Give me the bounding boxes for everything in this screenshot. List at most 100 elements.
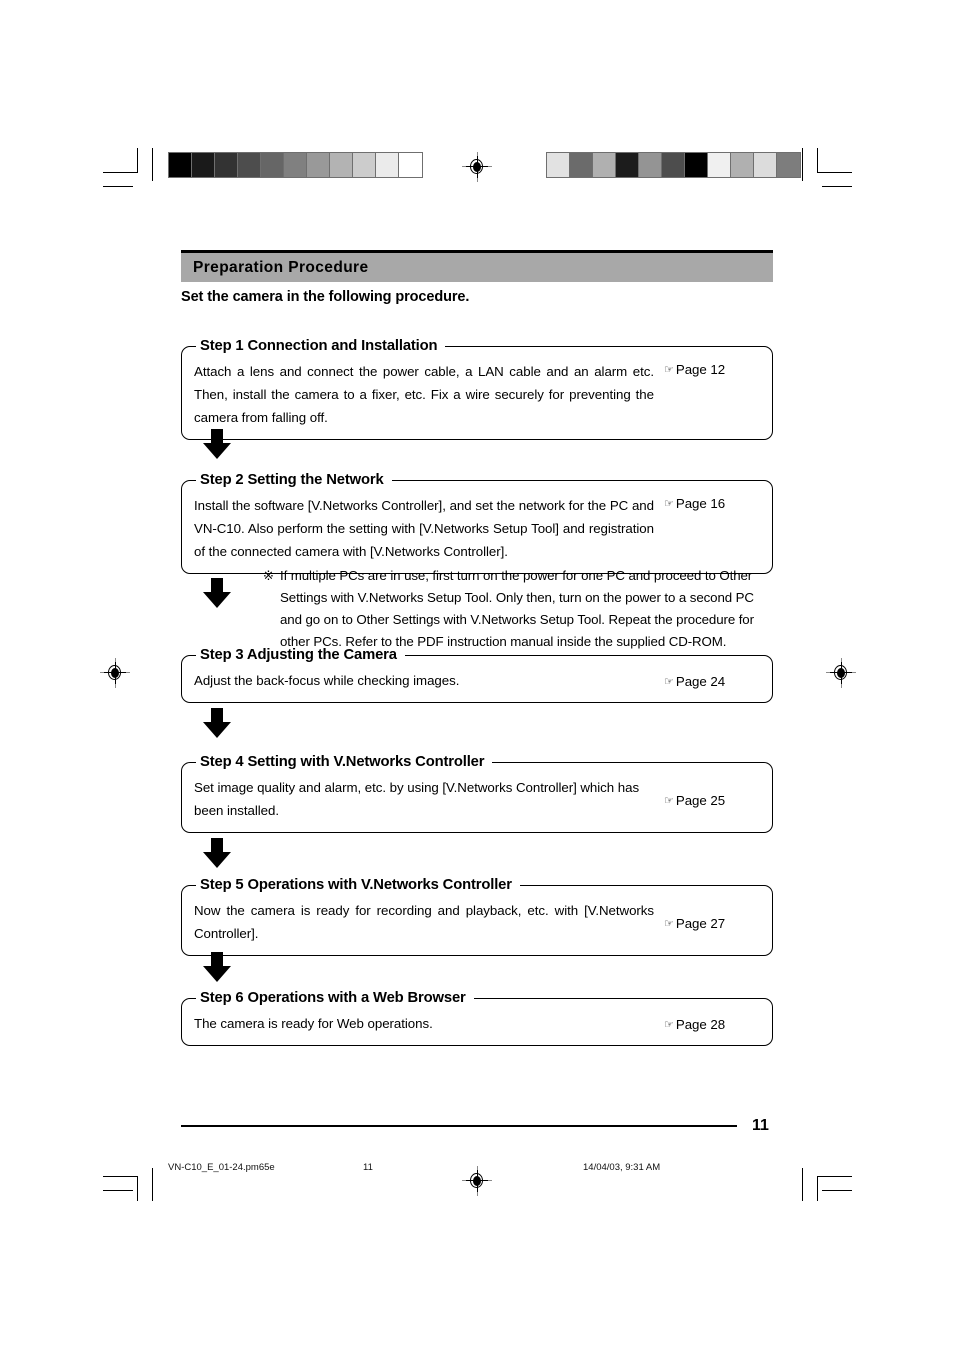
registration-dot: [836, 667, 845, 678]
page-number: 11: [752, 1117, 769, 1134]
scrambled-gray-patch-bar-swatch: [639, 153, 662, 177]
scrambled-gray-patch-bar-swatch: [754, 153, 777, 177]
trim-mark-bottom-left: [103, 1190, 133, 1191]
colophon-page-number: 11: [363, 1162, 373, 1173]
step-content: Install the software [V.Networks Control…: [194, 494, 760, 563]
step-content: Attach a lens and connect the power cabl…: [194, 360, 760, 429]
colophon-file-name: VN-C10_E_01-24.pm65e: [168, 1162, 275, 1173]
step-reference-label-1: Page 12: [675, 362, 726, 377]
registration-target-bottom: [462, 1166, 492, 1196]
bleed-mark-bottom-left: [152, 1168, 153, 1201]
step-box-5: Step 5 Operations with V.Networks Contro…: [181, 877, 773, 956]
step-body-2: Install the software [V.Networks Control…: [194, 498, 654, 559]
scrambled-gray-patch-bar-swatch: [777, 153, 800, 177]
crop-mark-bottom-right-horizontal: [817, 1176, 852, 1177]
step-frame: Step 1 Connection and Installation Attac…: [181, 338, 773, 440]
step-box-4: Step 4 Setting with V.Networks Controlle…: [181, 754, 773, 833]
pointing-hand-icon: ☞: [664, 364, 674, 376]
step-title-3: Step 3 Adjusting the Camera: [200, 647, 397, 663]
crop-mark-top-right-vertical: [817, 148, 818, 173]
step-reference-label-5: Page 27: [675, 915, 726, 931]
flow-arrow-4: [203, 838, 231, 868]
flow-arrow-3: [203, 708, 231, 738]
crop-mark-bottom-left-vertical: [137, 1176, 138, 1201]
grayscale-step-wedge-swatch: [307, 153, 330, 177]
flow-arrow-1: [203, 429, 231, 459]
crop-mark-bottom-right-vertical: [817, 1176, 818, 1201]
grayscale-calibration-bar-left: [168, 152, 423, 178]
step-reference-label-3: Page 24: [675, 674, 726, 689]
note-block: ※ If multiple PCs are in use, first turn…: [263, 565, 775, 653]
reference-mark-icon: ※: [263, 568, 274, 583]
scrambled-gray-patch-bar-swatch: [547, 153, 570, 177]
grayscale-step-wedge-swatch: [215, 153, 238, 177]
step-reference-label-2: Page 16: [675, 496, 726, 511]
step-reference-2[interactable]: ☞ Page 16: [664, 494, 760, 511]
step-box-6: Step 6 Operations with a Web Browser The…: [181, 990, 773, 1046]
step-content: Set image quality and alarm, etc. by usi…: [194, 776, 760, 822]
step-reference-6[interactable]: ☞ Page 28: [664, 1015, 760, 1032]
step-box-2: Step 2 Setting the Network Install the s…: [181, 472, 773, 574]
step-reference-label-6: Page 28: [675, 1017, 726, 1032]
scrambled-gray-patch-bar-swatch: [685, 153, 708, 177]
arrow-head: [203, 592, 231, 608]
pointing-hand-icon: ☞: [664, 794, 674, 807]
step-content: The camera is ready for Web operations. …: [194, 1012, 760, 1035]
step-body-5: Now the camera is ready for recording an…: [194, 903, 654, 941]
registration-dot: [472, 161, 481, 172]
registration-dot: [472, 1175, 481, 1186]
trim-mark-top-left: [103, 186, 133, 187]
page-title: Preparation Procedure: [193, 258, 369, 276]
trim-mark-bottom-right: [822, 1190, 852, 1191]
grayscale-step-wedge-swatch: [238, 153, 261, 177]
step-body-1: Attach a lens and connect the power cabl…: [194, 364, 654, 425]
registration-target-left: [100, 658, 130, 688]
bleed-mark-top-right: [802, 148, 803, 181]
step-box-3: Step 3 Adjusting the Camera Adjust the b…: [181, 647, 773, 703]
grayscale-step-wedge-swatch: [353, 153, 376, 177]
grayscale-step-wedge-swatch: [376, 153, 399, 177]
scrambled-gray-patch-bar-swatch: [708, 153, 731, 177]
grayscale-step-wedge-swatch: [192, 153, 215, 177]
pointing-hand-icon: ☞: [664, 917, 674, 930]
arrow-head: [203, 722, 231, 738]
grayscale-step-wedge-swatch: [399, 153, 422, 177]
step-content: Adjust the back-focus while checking ima…: [194, 669, 760, 692]
step-title-4: Step 4 Setting with V.Networks Controlle…: [200, 754, 485, 770]
step-reference-1[interactable]: ☞ Page 12: [664, 360, 760, 377]
step-content: Now the camera is ready for recording an…: [194, 899, 760, 945]
registration-target-top: [462, 152, 492, 182]
step-body-3: Adjust the back-focus while checking ima…: [194, 673, 460, 688]
step-reference-3[interactable]: ☞ Page 24: [664, 672, 760, 689]
pointing-hand-icon: ☞: [664, 676, 674, 688]
flow-arrow-5: [203, 952, 231, 982]
step-frame: Step 4 Setting with V.Networks Controlle…: [181, 754, 773, 833]
scrambled-gray-patch-bar-swatch: [593, 153, 616, 177]
scrambled-gray-patch-bar-swatch: [662, 153, 685, 177]
step-reference-4[interactable]: ☞ Page 25: [664, 791, 760, 808]
section-header-band: Preparation Procedure: [181, 253, 773, 282]
scrambled-gray-patch-bar-swatch: [731, 153, 754, 177]
step-frame: Step 5 Operations with V.Networks Contro…: [181, 877, 773, 956]
arrow-head: [203, 852, 231, 868]
crop-mark-bottom-left-horizontal: [103, 1176, 138, 1177]
registration-target-right: [826, 658, 856, 688]
crop-mark-top-left-vertical: [137, 148, 138, 173]
step-body-4: Set image quality and alarm, etc. by usi…: [194, 780, 640, 818]
step-reference-5[interactable]: ☞ Page 27: [664, 914, 760, 931]
grayscale-step-wedge-swatch: [169, 153, 192, 177]
scrambled-gray-patch-bar-swatch: [616, 153, 639, 177]
step-box-1: Step 1 Connection and Installation Attac…: [181, 338, 773, 440]
scrambled-gray-patch-bar-swatch: [570, 153, 593, 177]
flow-arrow-2: [203, 578, 231, 608]
step-frame: Step 3 Adjusting the Camera Adjust the b…: [181, 647, 773, 703]
step-reference-label-4: Page 25: [675, 792, 726, 808]
crop-mark-top-left-horizontal: [103, 172, 138, 173]
registration-dot: [110, 667, 119, 678]
step-title-6: Step 6 Operations with a Web Browser: [200, 990, 466, 1006]
grayscale-step-wedge-swatch: [284, 153, 307, 177]
trim-mark-top-right: [822, 186, 852, 187]
step-body-6: The camera is ready for Web operations.: [194, 1016, 433, 1031]
step-title-5: Step 5 Operations with V.Networks Contro…: [200, 877, 512, 893]
step-title-2: Step 2 Setting the Network: [200, 472, 384, 488]
